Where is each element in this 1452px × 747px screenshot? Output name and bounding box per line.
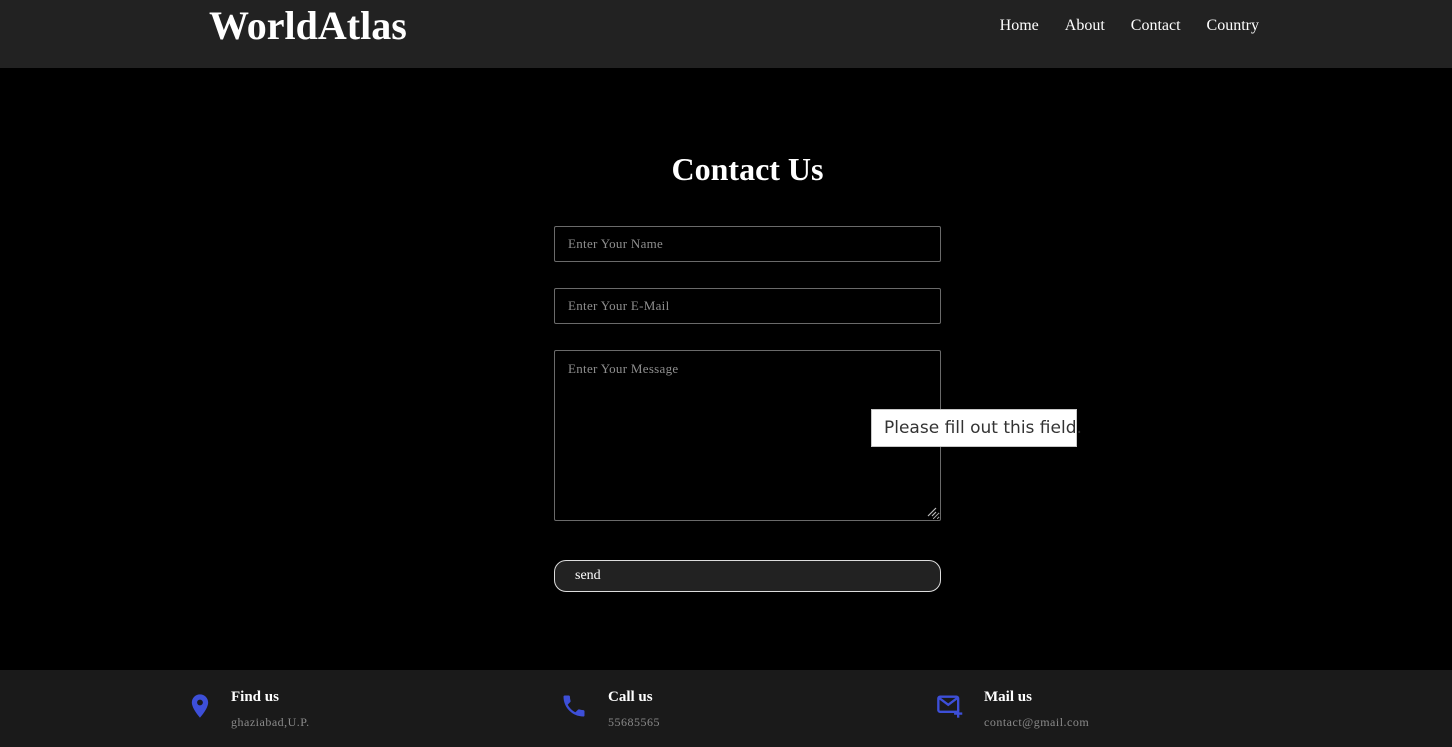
footer-heading: Find us (231, 689, 279, 705)
email-input[interactable] (554, 288, 941, 324)
name-input[interactable] (554, 226, 941, 262)
phone-icon (563, 695, 585, 717)
site-header: WorldAtlas Home About Contact Country (0, 0, 1452, 68)
footer-phone: 55685565 (608, 715, 660, 729)
nav-country[interactable]: Country (1207, 17, 1259, 35)
site-footer: Find us ghaziabad,U.P. Call us 55685565 … (0, 670, 1452, 747)
footer-heading: Call us (608, 689, 653, 705)
send-button[interactable]: send (554, 560, 941, 592)
footer-heading: Mail us (984, 689, 1032, 705)
footer-email: contact@gmail.com (984, 715, 1090, 729)
mail-add-icon (937, 695, 963, 718)
nav-home[interactable]: Home (1000, 17, 1039, 35)
nav-contact[interactable]: Contact (1131, 17, 1181, 35)
main-nav: Home About Contact Country (1000, 17, 1259, 35)
resize-handle-icon[interactable] (925, 505, 937, 517)
footer-address: ghaziabad,U.P. (231, 715, 310, 729)
site-logo[interactable]: WorldAtlas (209, 4, 407, 48)
page-title: Contact Us (671, 151, 824, 187)
validation-tooltip: Please fill out this field. (871, 409, 1082, 447)
location-pin-icon (191, 694, 209, 718)
nav-about[interactable]: About (1065, 17, 1105, 35)
